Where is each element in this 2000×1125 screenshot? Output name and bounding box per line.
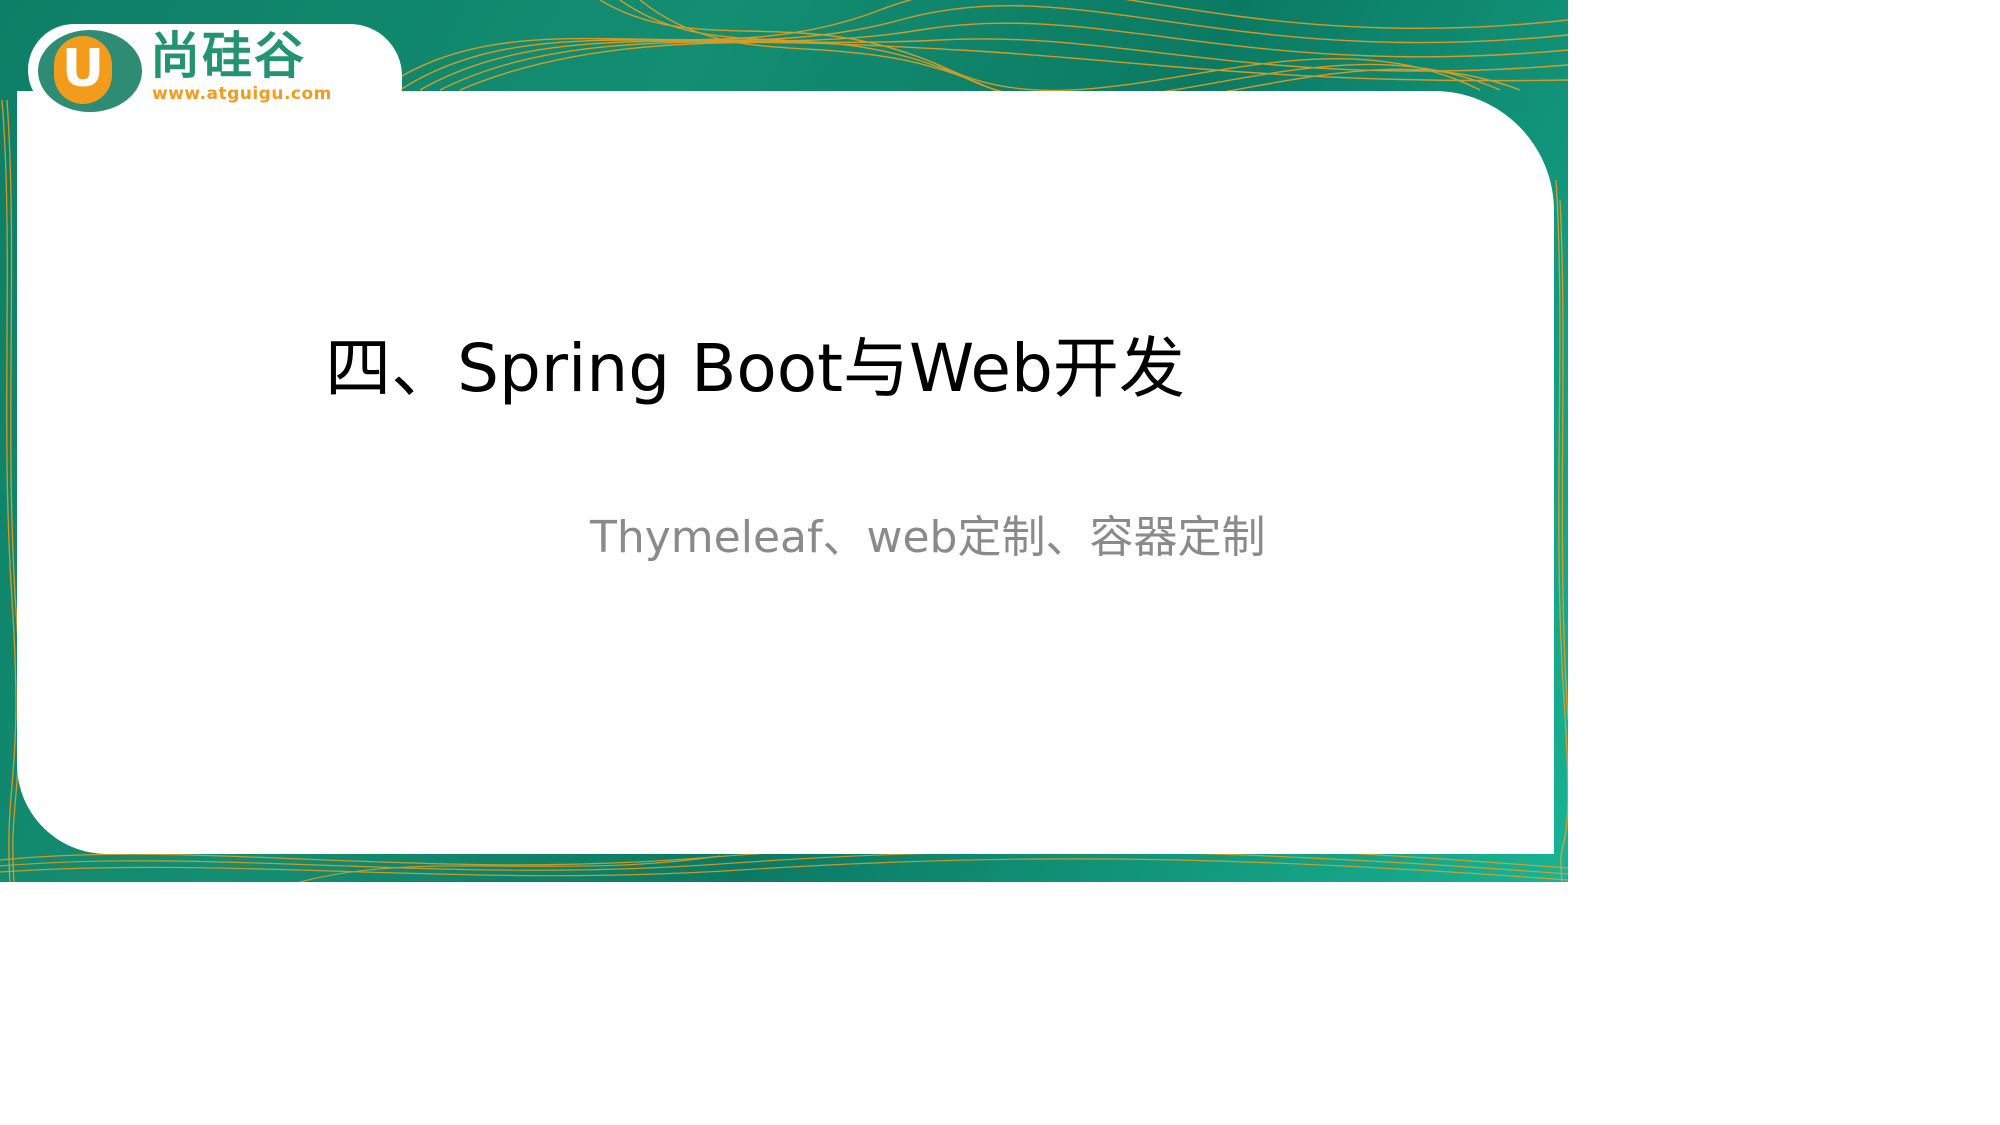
- content-card: [17, 91, 1554, 854]
- logo-badge-letter: U: [54, 36, 112, 104]
- logo-badge-icon: U: [38, 30, 142, 112]
- slide-title: 四、Spring Boot与Web开发: [325, 330, 1185, 407]
- slide-title-wrapper: 四、Spring Boot与Web开发: [0, 326, 1568, 412]
- slide-subtitle: Thymeleaf、web定制、容器定制: [590, 512, 1266, 563]
- atguigu-logo: U 尚硅谷 www.atguigu.com: [28, 24, 402, 116]
- logo-url: www.atguigu.com: [152, 84, 332, 104]
- logo-name: 尚硅谷: [150, 27, 306, 85]
